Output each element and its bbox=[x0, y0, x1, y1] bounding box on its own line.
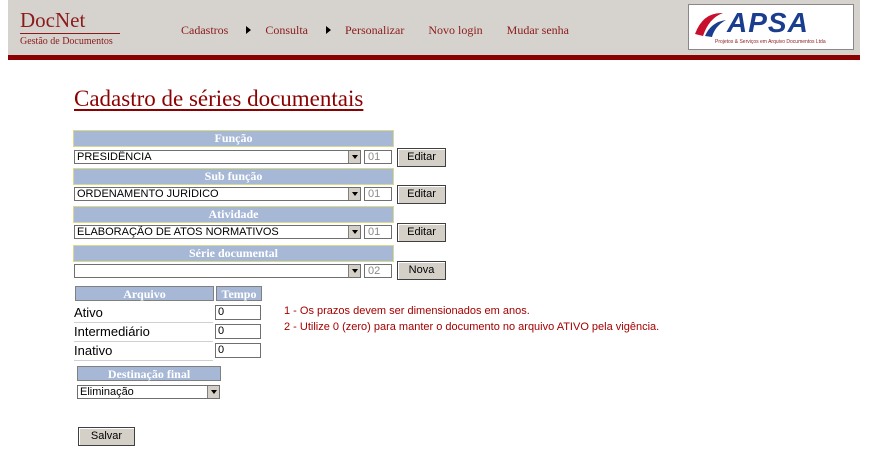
subfuncao-select[interactable]: ORDENAMENTO JURÍDICO bbox=[74, 187, 361, 201]
funcao-edit-button[interactable]: Editar bbox=[397, 148, 446, 167]
tempo-input-inativo[interactable]: 0 bbox=[215, 343, 261, 358]
subfuncao-code-field: 01 bbox=[364, 187, 392, 201]
brand-name: APSA bbox=[727, 7, 809, 38]
chevron-down-icon[interactable] bbox=[348, 151, 360, 163]
serie-code-field: 02 bbox=[364, 264, 392, 278]
tempo-input-ativo[interactable]: 0 bbox=[215, 305, 261, 320]
chevron-down-icon[interactable] bbox=[348, 188, 360, 200]
atividade-code-field: 01 bbox=[364, 225, 392, 239]
subfuncao-label: Sub função bbox=[73, 168, 394, 185]
brand-logo: APSA Projetos & Serviços em Arquivo Docu… bbox=[688, 4, 854, 50]
app-logo-title: DocNet bbox=[20, 8, 86, 32]
nav-personalizar[interactable]: Personalizar bbox=[345, 23, 404, 38]
funcao-label: Função bbox=[73, 130, 394, 147]
funcao-code-field: 01 bbox=[364, 150, 392, 164]
subfuncao-edit-button[interactable]: Editar bbox=[397, 185, 446, 204]
header-accent-bar bbox=[8, 55, 860, 60]
logo-underline bbox=[20, 33, 120, 34]
note-zero: 2 - Utilize 0 (zero) para manter o docum… bbox=[284, 321, 660, 333]
brand-tagline: Projetos & Serviços em Arquivo Documento… bbox=[715, 39, 826, 45]
nav-consulta[interactable]: Consulta bbox=[265, 23, 308, 38]
subfuncao-selected-value: ORDENAMENTO JURÍDICO bbox=[77, 188, 219, 200]
arquivo-column-header: Arquivo bbox=[75, 286, 214, 301]
save-button[interactable]: Salvar bbox=[78, 427, 135, 446]
serie-new-button[interactable]: Nova bbox=[397, 261, 446, 280]
arquivo-row-label-ativo: Ativo bbox=[74, 303, 213, 323]
destinacao-label: Destinação final bbox=[77, 366, 221, 381]
atividade-edit-button[interactable]: Editar bbox=[397, 223, 446, 242]
nav-novo-login[interactable]: Novo login bbox=[428, 23, 482, 38]
atividade-select[interactable]: ELABORAÇÃO DE ATOS NORMATIVOS bbox=[74, 225, 361, 239]
tempo-input-intermediario[interactable]: 0 bbox=[215, 324, 261, 339]
funcao-selected-value: PRESIDÊNCIA bbox=[77, 151, 152, 163]
submenu-arrow-icon bbox=[246, 26, 252, 34]
funcao-select[interactable]: PRESIDÊNCIA bbox=[74, 150, 361, 164]
page-title: Cadastro de séries documentais bbox=[74, 86, 364, 111]
tempo-column-header: Tempo bbox=[216, 286, 262, 301]
arquivo-row-label-inativo: Inativo bbox=[74, 341, 213, 361]
nav-cadastros[interactable]: Cadastros bbox=[181, 23, 228, 38]
atividade-label: Atividade bbox=[73, 206, 394, 223]
chevron-down-icon[interactable] bbox=[207, 386, 219, 398]
brand-swoosh-icon bbox=[695, 12, 726, 37]
destinacao-selected-value: Eliminação bbox=[80, 386, 134, 398]
app-logo-subtitle: Gestão de Documentos bbox=[20, 36, 113, 47]
arquivo-row-label-intermediario: Intermediário bbox=[74, 322, 213, 342]
serie-select[interactable] bbox=[74, 264, 361, 278]
destinacao-select[interactable]: Eliminação bbox=[77, 385, 220, 399]
submenu-arrow-icon bbox=[326, 26, 331, 34]
note-prazos: 1 - Os prazos devem ser dimensionados em… bbox=[284, 305, 530, 317]
atividade-selected-value: ELABORAÇÃO DE ATOS NORMATIVOS bbox=[77, 226, 279, 238]
serie-label: Série documental bbox=[73, 245, 394, 262]
nav-mudar-senha[interactable]: Mudar senha bbox=[507, 23, 569, 38]
chevron-down-icon[interactable] bbox=[348, 265, 360, 277]
main-nav: Cadastros Consulta Personalizar Novo log… bbox=[181, 22, 569, 38]
chevron-down-icon[interactable] bbox=[348, 226, 360, 238]
